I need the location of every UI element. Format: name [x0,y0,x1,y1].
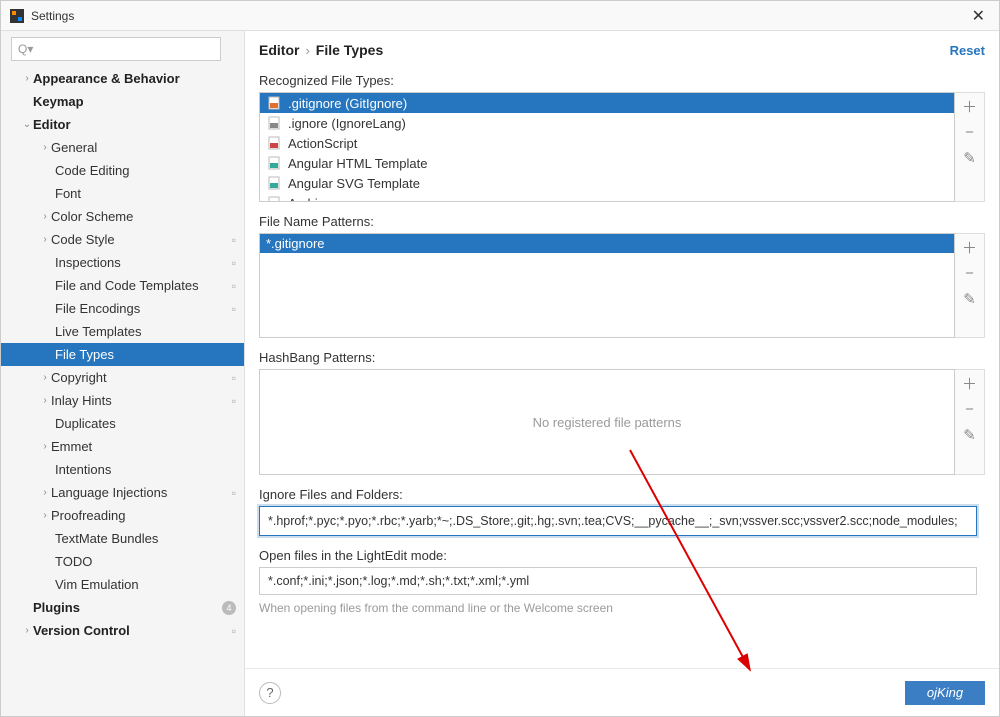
scope-icon: ▫ [232,486,236,500]
breadcrumb-file-types: File Types [316,42,383,58]
filetype-row[interactable]: Angular SVG Template [260,173,954,193]
titlebar: Settings ✕ [1,1,999,31]
search-input[interactable]: Q▾ [11,37,221,61]
tree-font[interactable]: Font [1,182,244,205]
ignore-label: Ignore Files and Folders: [259,487,985,502]
tree-code-editing[interactable]: Code Editing [1,159,244,182]
tree-vim[interactable]: Vim Emulation [1,573,244,596]
reset-button[interactable]: Reset [950,43,985,58]
patterns-label: File Name Patterns: [259,214,985,229]
filetype-label: Archive [288,196,331,203]
filetype-label: Angular HTML Template [288,156,427,171]
lightedit-input[interactable] [259,567,977,595]
filetype-icon [266,135,282,151]
filetype-icon [266,175,282,191]
scope-icon: ▫ [232,233,236,247]
patterns-list[interactable]: *.gitignore [259,233,955,338]
filetype-icon [266,155,282,171]
tree-textmate[interactable]: TextMate Bundles [1,527,244,550]
filetype-label: ActionScript [288,136,357,151]
tree-live-templates[interactable]: Live Templates [1,320,244,343]
sidebar: Q▾ ›Appearance & Behavior Keymap ⌄Editor… [1,31,245,716]
remove-filetype-button[interactable]: − [958,119,982,145]
scope-icon: ▫ [232,256,236,270]
tree-inlay-hints[interactable]: ›Inlay Hints▫ [1,389,244,412]
tree-duplicates[interactable]: Duplicates [1,412,244,435]
scope-icon: ▫ [232,279,236,293]
edit-hashbang-button[interactable]: ✎ [958,422,982,448]
plugins-count-badge: 4 [222,601,236,615]
ignore-input[interactable] [259,506,977,536]
help-button[interactable]: ? [259,682,281,704]
close-icon[interactable]: ✕ [966,6,991,26]
filetype-icon [266,115,282,131]
remove-pattern-button[interactable]: − [958,260,982,286]
add-pattern-button[interactable]: ＋ [958,234,982,260]
scope-icon: ▫ [232,371,236,385]
app-icon [9,8,25,24]
tree-intentions[interactable]: Intentions [1,458,244,481]
filetype-icon [266,95,282,111]
pattern-row[interactable]: *.gitignore [260,234,954,253]
tree-color-scheme[interactable]: ›Color Scheme [1,205,244,228]
tree-file-types[interactable]: File Types [1,343,244,366]
filetype-label: .gitignore (GitIgnore) [288,96,407,111]
tree-file-encodings[interactable]: File Encodings▫ [1,297,244,320]
filetype-row[interactable]: Archive [260,193,954,202]
tree-proofreading[interactable]: ›Proofreading [1,504,244,527]
filetype-row[interactable]: .ignore (IgnoreLang) [260,113,954,133]
tree-emmet[interactable]: ›Emmet [1,435,244,458]
filetype-label: Angular SVG Template [288,176,420,191]
tree-general[interactable]: ›General [1,136,244,159]
tree-copyright[interactable]: ›Copyright▫ [1,366,244,389]
hashbang-list[interactable]: No registered file patterns [259,369,955,475]
tree-language-injections[interactable]: ›Language Injections▫ [1,481,244,504]
add-hashbang-button[interactable]: ＋ [958,370,982,396]
remove-hashbang-button[interactable]: − [958,396,982,422]
edit-filetype-button[interactable]: ✎ [958,145,982,171]
settings-tree[interactable]: ›Appearance & Behavior Keymap ⌄Editor ›G… [1,65,244,716]
edit-pattern-button[interactable]: ✎ [958,286,982,312]
tree-keymap[interactable]: Keymap [1,90,244,113]
filetypes-list[interactable]: .gitignore (GitIgnore) .ignore (IgnoreLan… [259,92,955,202]
tree-version-control[interactable]: ›Version Control▫ [1,619,244,642]
filetype-row[interactable]: .gitignore (GitIgnore) [260,93,954,113]
search-icon: Q▾ [18,42,33,56]
breadcrumb-bar: Editor › File Types Reset [245,31,999,69]
lightedit-label: Open files in the LightEdit mode: [259,548,985,563]
window-title: Settings [31,9,74,23]
tree-code-style[interactable]: ›Code Style▫ [1,228,244,251]
scope-icon: ▫ [232,394,236,408]
lightedit-hint: When opening files from the command line… [259,601,985,615]
hashbang-label: HashBang Patterns: [259,350,985,365]
recognized-label: Recognized File Types: [259,73,985,88]
scope-icon: ▫ [232,302,236,316]
filetype-icon [266,195,282,202]
filetype-row[interactable]: ActionScript [260,133,954,153]
breadcrumb-editor[interactable]: Editor [259,42,299,58]
add-filetype-button[interactable]: ＋ [958,93,982,119]
filetype-label: .ignore (IgnoreLang) [288,116,406,131]
tree-todo[interactable]: TODO [1,550,244,573]
tree-editor[interactable]: ⌄Editor [1,113,244,136]
ok-button[interactable]: ojKing [905,681,985,705]
chevron-right-icon: › [305,43,309,58]
tree-inspections[interactable]: Inspections▫ [1,251,244,274]
tree-plugins[interactable]: Plugins4 [1,596,244,619]
tree-appearance[interactable]: ›Appearance & Behavior [1,67,244,90]
scope-icon: ▫ [232,624,236,638]
tree-file-code-templates[interactable]: File and Code Templates▫ [1,274,244,297]
filetype-row[interactable]: Angular HTML Template [260,153,954,173]
